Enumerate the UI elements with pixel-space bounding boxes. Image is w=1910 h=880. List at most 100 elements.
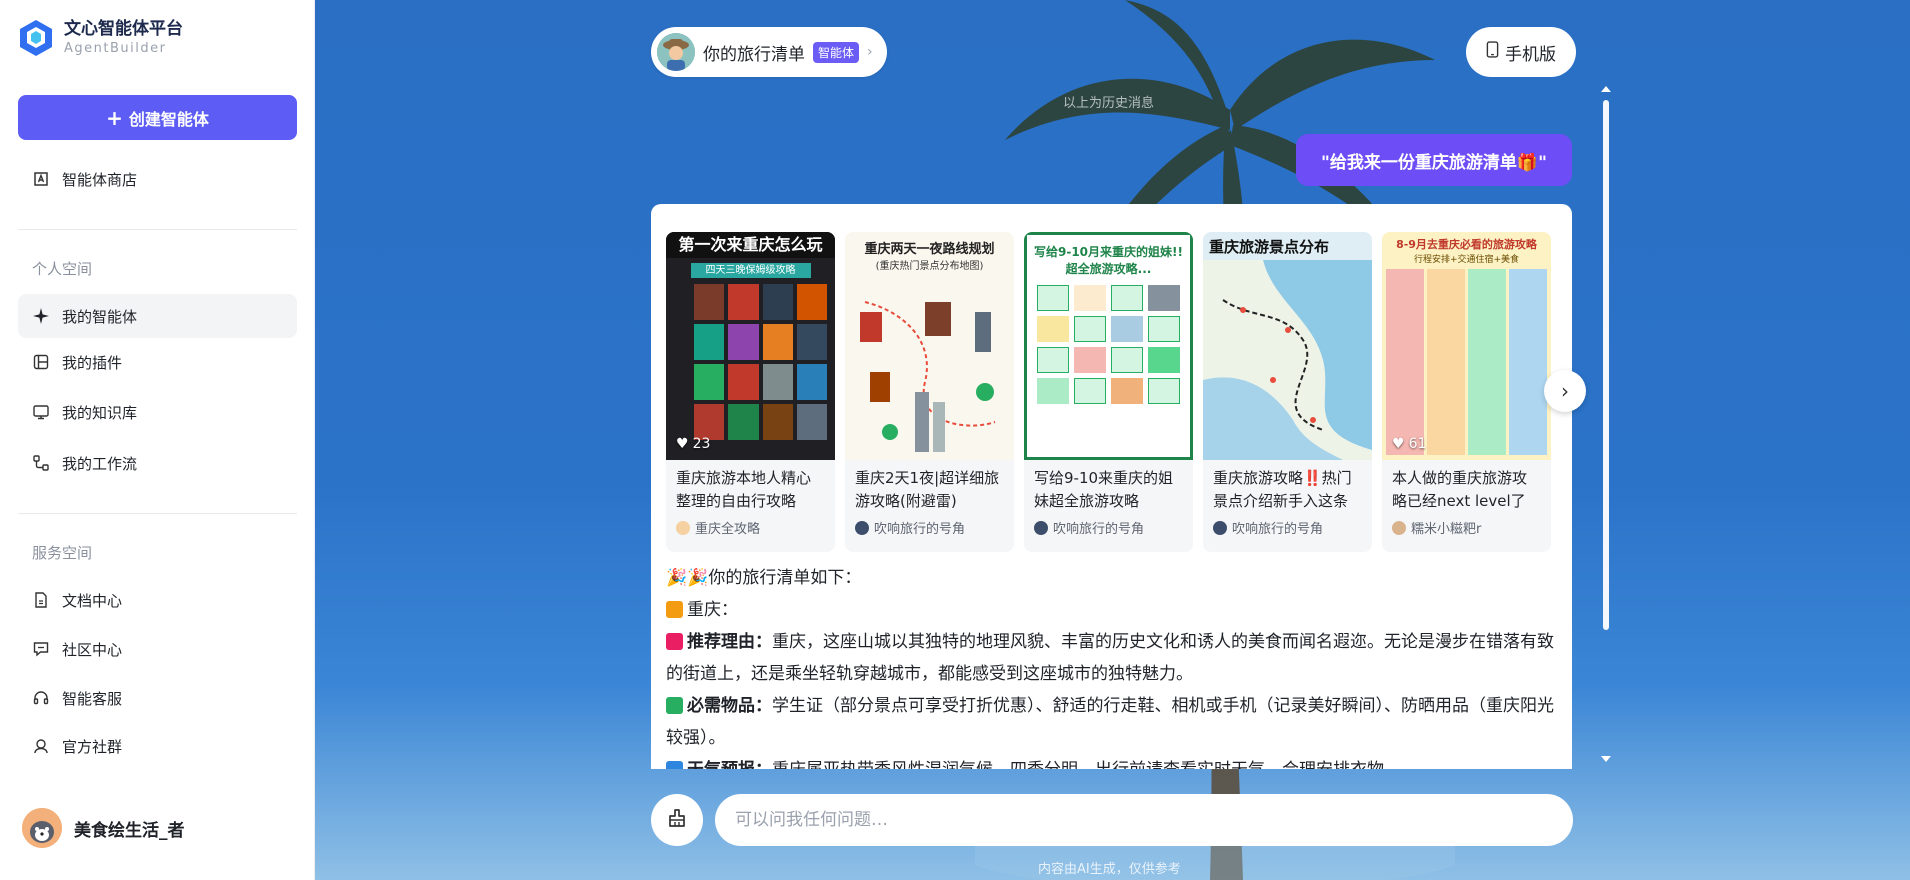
note-title: 重庆旅游本地人精心整理的自由行攻略 [676,469,812,510]
sidebar-item-label: 我的工作流 [62,454,138,473]
sidebar-item-label: 智能客服 [62,689,123,708]
note-title: 写给9-10来重庆的姐妹超全旅游攻略 [1034,469,1174,510]
sidebar-item-my-workflow[interactable]: 我的工作流 [18,441,297,485]
mobile-version-label: 手机版 [1505,44,1556,65]
sidebar-item-docs[interactable]: 文档中心 [18,578,297,622]
tshirt-icon [666,697,683,714]
author-avatar [1213,520,1227,535]
ai-disclaimer: 内容由AI生成，仅供参考 [1038,862,1181,877]
sidebar-item-label: 社区中心 [62,640,123,659]
personal-section-label: 个人空间 [32,260,93,278]
note-title: 重庆旅游攻略‼️热门景点介绍新手入这条 [1213,469,1352,510]
brand-name: 文心智能体平台 [64,19,183,39]
answer-items: 必需物品：学生证（部分景点可享受打折优惠）、舒适的行走鞋、相机或手机（记录美好瞬… [666,696,1554,748]
note-author: 吹响旅行的号角 [1203,514,1372,537]
user-profile[interactable]: 美食绘生活_者 [22,808,185,848]
note-author: 吹响旅行的号角 [845,514,1014,537]
note-image-title: 8-9月去重庆必看的旅游攻略 [1396,238,1537,251]
knowledge-icon [32,403,50,421]
sidebar-item-label: 我的智能体 [62,307,138,326]
chevron-right-icon: › [867,44,873,60]
divider [18,513,297,514]
create-agent-button[interactable]: + 创建智能体 [18,95,297,140]
tower-icon [666,601,683,618]
sidebar-item-label: 文档中心 [62,591,123,610]
plus-icon: + [106,105,123,130]
user-message-bubble: "给我来一份重庆旅游清单🎁" [1296,134,1572,186]
note-image-subtitle: 超全旅游攻略... [1065,262,1152,276]
chat-area: 你的旅行清单 智能体 › 手机版 以上为历史消息 "给我来一份重庆旅游清单🎁" … [315,0,1910,880]
carousel-next-button[interactable]: › [1544,370,1586,412]
note-image-title: 重庆旅游景点分布 [1209,238,1330,256]
author-avatar [855,520,869,535]
clear-context-button[interactable] [651,794,703,846]
note-image: 重庆两天一夜路线规划 (重庆热门景点分布地图) [845,232,1014,460]
answer-text: 🎉🎉你的旅行清单如下： 重庆： 推荐理由：重庆，这座山城以其独特的地理风貌、丰富… [666,562,1561,769]
brand-subtitle: AgentBuilder [64,41,167,56]
author-avatar [1392,520,1406,535]
note-image-subtitle: 行程安排+交通住宿+美食 [1413,255,1520,265]
sidebar-item-my-knowledge[interactable]: 我的知识库 [18,390,297,434]
service-section-label: 服务空间 [32,544,93,562]
likes-count: ♥ 23 [676,436,711,452]
note-card[interactable]: 重庆旅游景点分布 重庆旅游攻略‼️热门景点介绍新手入这条 吹响旅行的号角 [1203,232,1372,552]
agent-name: 你的旅行清单 [703,44,805,65]
note-author: 糯米小糍粑r [1382,514,1551,537]
note-card[interactable]: 重庆两天一夜路线规划 (重庆热门景点分布地图) 重庆2天1夜|超详细旅游攻略(附… [845,232,1014,552]
chat-input[interactable] [715,794,1573,846]
answer-city: 重庆： [666,594,1561,626]
broom-icon [666,807,688,833]
mobile-version-button[interactable]: 手机版 [1466,27,1576,77]
note-card[interactable]: 写给9-10月来重庆的姐妹!! 超全旅游攻略... 写给9-10来重庆的姐妹超全… [1024,232,1193,552]
brand[interactable]: 文心智能体平台 AgentBuilder [18,18,183,58]
community-icon [32,640,50,658]
note-image-title: 第一次来重庆怎么玩 [666,232,835,258]
sidebar-item-label: 我的插件 [62,353,123,372]
divider [18,229,297,230]
history-note: 以上为历史消息 [1063,96,1155,111]
chart-icon [666,761,683,769]
note-title: 重庆2天1夜|超详细旅游攻略(附避雷) [855,469,1000,510]
scroll-up-arrow-icon[interactable] [1601,86,1611,92]
note-card[interactable]: 8-9月去重庆必看的旅游攻略 行程安排+交通住宿+美食 ♥ 61 本人做的重庆旅游… [1382,232,1551,552]
sidebar-item-official-group[interactable]: 官方社群 [18,724,297,768]
scroll-thumb[interactable] [1603,100,1609,630]
sidebar-item-my-agents[interactable]: 我的智能体 [18,294,297,338]
create-agent-label: 创建智能体 [128,109,209,129]
sidebar-item-label: 我的知识库 [62,403,138,422]
note-cards-row: 第一次来重庆怎么玩 四天三晚保姆级攻略 ♥ 23 重庆旅游本地人精心整理的自由行攻… [666,232,1551,552]
scroll-down-arrow-icon[interactable] [1601,756,1611,762]
note-image: 8-9月去重庆必看的旅游攻略 行程安排+交通住宿+美食 ♥ 61 [1382,232,1551,460]
agent-badge: 智能体 [813,41,860,63]
author-avatar [676,520,690,535]
agent-answer-card: 第一次来重庆怎么玩 四天三晚保姆级攻略 ♥ 23 重庆旅游本地人精心整理的自由行攻… [651,204,1572,769]
phone-icon [1486,41,1499,63]
sidebar-item-support[interactable]: 智能客服 [18,676,297,720]
workflow-icon [32,454,50,472]
note-image-subtitle: 四天三晚保姆级攻略 [690,263,811,278]
document-icon [32,591,50,609]
agent-avatar [657,33,695,71]
answer-reason: 推荐理由：重庆，这座山城以其独特的地理风貌、丰富的历史文化和诱人的美食而闻名遐迩… [666,632,1554,684]
note-card[interactable]: 第一次来重庆怎么玩 四天三晚保姆级攻略 ♥ 23 重庆旅游本地人精心整理的自由行攻… [666,232,835,552]
plugin-icon [32,353,50,371]
agent-info-pill[interactable]: 你的旅行清单 智能体 › [651,27,887,77]
heart-icon: ♥ [676,436,689,452]
sidebar-item-agent-store[interactable]: 智能体商店 [18,157,297,201]
castle-icon [666,633,683,650]
note-author: 吹响旅行的号角 [1024,514,1193,537]
answer-intro: 🎉🎉你的旅行清单如下： [666,568,862,588]
note-author: 重庆全攻略 [666,514,835,537]
heart-icon: ♥ [1392,436,1405,452]
note-title: 本人做的重庆旅游攻略已经next level了 [1392,469,1528,510]
sidebar-item-community[interactable]: 社区中心 [18,627,297,671]
sidebar-item-my-plugins[interactable]: 我的插件 [18,340,297,384]
note-image-title: 重庆两天一夜路线规划 [864,242,995,257]
answer-weather: 天气预报：重庆属亚热带季风性湿润气候，四季分明，出行前请查看实时天气，合理安排衣… [666,754,1561,769]
group-icon [32,737,50,755]
sidebar: 文心智能体平台 AgentBuilder + 创建智能体 智能体商店 个人空间 … [0,0,315,880]
note-image: 写给9-10月来重庆的姐妹!! 超全旅游攻略... [1024,232,1193,460]
author-avatar [1034,520,1048,535]
note-image-subtitle: (重庆热门景点分布地图) [875,261,984,272]
chat-scrollbar[interactable] [1601,86,1611,762]
